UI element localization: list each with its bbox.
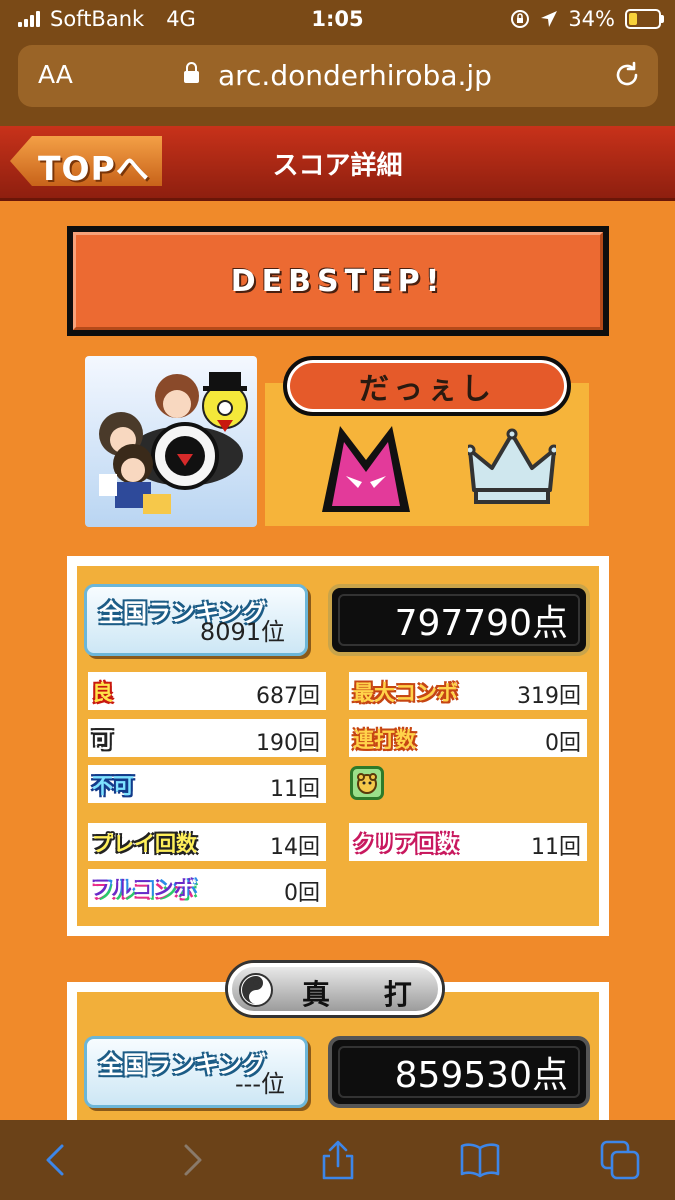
tomoe-icon (239, 973, 273, 1007)
stat-max-combo-value: 319回 (517, 684, 581, 709)
song-title-box: DEBSTEP! (67, 226, 609, 336)
national-ranking-button[interactable]: 全国ランキング 8091位 (84, 584, 308, 656)
stat-bad: 不可 11回 (88, 765, 326, 803)
battery-icon (625, 9, 664, 29)
stat-ok-value: 190回 (256, 731, 320, 756)
shinuchi-label: 真 打 (302, 978, 434, 1011)
stat-drumroll-value: 0回 (545, 731, 581, 756)
stat-full-combo: フルコンボ 0回 (88, 869, 326, 907)
song-title: DEBSTEP! (73, 232, 603, 330)
stat-max-combo: 最大コンボ 319回 (349, 672, 587, 710)
forward-arrow-icon[interactable] (170, 1138, 214, 1182)
character-art (85, 356, 257, 527)
stat-good-value: 687回 (256, 684, 320, 709)
national-rank: 8091位 (199, 618, 285, 646)
bookmarks-icon[interactable] (458, 1138, 502, 1182)
stat-clear-count-label: クリア回数 (353, 832, 458, 856)
battery-percent: 34% (568, 7, 615, 31)
location-icon (541, 11, 558, 27)
stat-ok-label: 可 (92, 728, 113, 752)
stat-good-label: 良 (92, 681, 113, 705)
stat-clear-count-value: 11回 (531, 835, 581, 860)
dan-badge-icon (350, 766, 384, 800)
browser-toolbar (0, 1120, 675, 1200)
stat-clear-count: クリア回数 11回 (349, 823, 587, 861)
shinuchi-points: 859530点 (338, 1046, 580, 1098)
shinuchi-ranking-button[interactable]: 全国ランキング ---位 (84, 1036, 308, 1108)
rotation-lock-icon (511, 10, 530, 28)
shinuchi-label-badge: 真 打 (228, 963, 442, 1015)
address-bar[interactable]: AA arc.donderhiroba.jp (18, 45, 658, 107)
stat-play-count-value: 14回 (270, 835, 320, 860)
stat-bad-label: 不可 (92, 774, 134, 798)
back-arrow-icon[interactable] (34, 1138, 78, 1182)
browser-chrome: AA arc.donderhiroba.jp (0, 40, 675, 126)
stat-bad-value: 11回 (270, 777, 320, 802)
stat-max-combo-label: 最大コンボ (353, 681, 458, 705)
page-title: スコア詳細 (272, 151, 403, 181)
score-points: 797790点 (338, 594, 580, 646)
status-bar: SoftBank 4G 1:05 34% (0, 0, 675, 40)
crown-icon (468, 428, 556, 504)
stat-full-combo-value: 0回 (284, 881, 320, 906)
player-name: だっぇし (283, 356, 571, 416)
score-display: 797790点 (328, 584, 590, 656)
url-text[interactable]: arc.donderhiroba.jp (218, 59, 492, 92)
stat-good: 良 687回 (88, 672, 326, 710)
oni-icon (322, 426, 410, 512)
stat-drumroll: 連打数 0回 (349, 719, 587, 757)
shinuchi-rank: ---位 (235, 1070, 285, 1098)
stat-play-count-label: プレイ回数 (92, 832, 197, 856)
reload-icon[interactable] (612, 60, 642, 90)
character-illustration (99, 372, 248, 514)
tabs-icon[interactable] (598, 1138, 642, 1182)
stat-full-combo-label: フルコンボ (92, 878, 197, 902)
stat-drumroll-label: 連打数 (353, 728, 416, 752)
lock-icon (184, 62, 200, 83)
shinuchi-score-display: 859530点 (328, 1036, 590, 1108)
page-header: TOPへ スコア詳細 (0, 126, 675, 201)
stat-ok: 可 190回 (88, 719, 326, 757)
share-icon[interactable] (316, 1138, 360, 1182)
stat-play-count: プレイ回数 14回 (88, 823, 326, 861)
